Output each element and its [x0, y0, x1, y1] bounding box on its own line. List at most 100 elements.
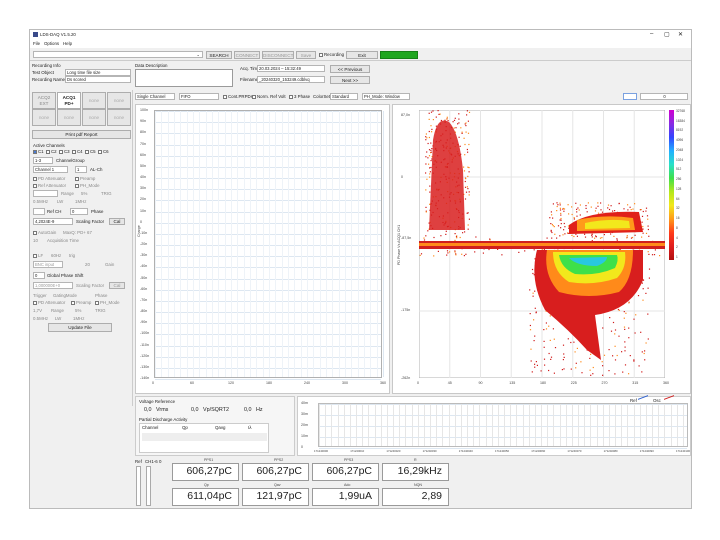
norm-ref-checkbox[interactable]: Norm. Ref Volt	[252, 94, 286, 99]
recording-name-field[interactable]: Ds scored	[65, 76, 131, 83]
three-phase-checkbox[interactable]: 3 Phase	[289, 94, 310, 99]
print-pdf-button[interactable]: Print pdf Report	[32, 130, 131, 139]
acq-slot-4[interactable]: none	[107, 92, 131, 109]
exit-button[interactable]: Exit	[346, 51, 378, 59]
channel-c3-checkbox[interactable]: C3	[59, 149, 70, 154]
save-button[interactable]: Save	[296, 51, 316, 59]
channel-c2-checkbox[interactable]: C2	[46, 149, 57, 154]
timeline-gridline-v	[473, 404, 475, 446]
prpd-dot	[556, 210, 558, 212]
acq-slot-1[interactable]: ACQ2 EXT	[32, 92, 56, 109]
minor-gridline	[224, 111, 226, 377]
acq-slot-3[interactable]: none	[82, 92, 106, 109]
title-bar: LDS-DAQ V1.5.20 – ▢ ✕	[30, 30, 691, 40]
preamp-checkbox[interactable]: Preamp	[75, 176, 95, 181]
menu-options[interactable]: Options	[44, 41, 59, 46]
acq-slot-8[interactable]: none	[107, 109, 131, 126]
autogain-checkbox[interactable]: AutoGain	[33, 230, 56, 235]
ref-ch-field[interactable]	[33, 208, 45, 215]
prpd-dot	[592, 366, 594, 369]
prpd-dot	[462, 232, 464, 234]
phase-field[interactable]: 0	[70, 208, 88, 215]
x-tick-label: 120	[228, 381, 234, 385]
next-button[interactable]: Next >>	[330, 76, 370, 84]
prpd-dot	[614, 345, 616, 347]
acq-slot-6[interactable]: none	[57, 109, 81, 126]
global-phase-field[interactable]: 0	[33, 272, 45, 279]
cal-2-button[interactable]: Cal	[109, 282, 125, 289]
pd-attenuator-2-checkbox[interactable]: PD Attenuator	[33, 300, 65, 305]
scaling-factor-2-field[interactable]: 1,000000E+0	[33, 282, 73, 289]
prpd-dot	[432, 110, 434, 112]
color-swatch[interactable]	[623, 93, 637, 100]
channel-c6-checkbox[interactable]: C6	[98, 149, 109, 154]
gridline-h	[155, 233, 381, 235]
trig-2-label: TRIG	[95, 308, 106, 313]
minor-gridline	[364, 111, 365, 377]
test-object-field[interactable]: Long time file size	[65, 69, 131, 76]
ref-attenuator-checkbox[interactable]: Ref Attenuator	[33, 183, 66, 188]
timeline-gridline-v	[534, 404, 536, 446]
maximize-button[interactable]: ▢	[664, 31, 670, 38]
prpd-dot	[430, 166, 432, 169]
search-button[interactable]: SEARCH	[206, 51, 232, 59]
channel-c5-checkbox[interactable]: C5	[85, 149, 96, 154]
colorset-select[interactable]: Standard	[330, 93, 358, 100]
colorset-label: ColorSet	[313, 94, 331, 99]
prpd-dot	[623, 317, 625, 319]
value-field[interactable]: 0	[640, 93, 688, 100]
lf-checkbox[interactable]: LF	[33, 253, 43, 258]
range-2-label: Range	[51, 308, 64, 313]
menu-help[interactable]: Help	[63, 41, 72, 46]
minor-gridline	[155, 111, 156, 377]
acq-slot-2[interactable]: ACQ1 PD+	[57, 92, 81, 109]
ph-mode-2-checkbox[interactable]: PH_Mode	[95, 300, 120, 305]
prpd-dot	[430, 111, 433, 113]
device-select[interactable]: ⌄	[33, 51, 203, 58]
disconnect-button[interactable]: DISCONNECT	[262, 51, 294, 59]
update-file-button[interactable]: Update File	[48, 323, 112, 332]
ph-mode-checkbox[interactable]: PH_Mode	[75, 183, 100, 188]
range-value-field[interactable]	[33, 190, 58, 197]
prpd-dot	[562, 359, 564, 361]
close-button[interactable]: ✕	[678, 31, 683, 38]
input-select[interactable]: BNC input	[33, 261, 63, 268]
cal-button[interactable]: Cal	[109, 218, 125, 225]
prpd-dot	[428, 118, 430, 120]
channel-index-field[interactable]: 1	[75, 166, 87, 173]
acq-slot-5[interactable]: none	[32, 109, 56, 126]
table-row[interactable]	[142, 433, 267, 441]
cont-prpd-checkbox[interactable]: Cont.PRPDs	[223, 94, 253, 99]
prpd-dot	[576, 211, 578, 213]
prpd-dot	[533, 249, 535, 251]
prpd-dot	[461, 132, 463, 134]
lf-frequency: 60Hz	[51, 253, 62, 258]
prpd-dot	[429, 185, 431, 187]
prpd-dot	[635, 314, 637, 316]
prpd-dot	[543, 329, 545, 331]
prpd-dot	[489, 238, 491, 240]
preamp-2-checkbox[interactable]: Preamp	[71, 300, 91, 305]
recording-checkbox[interactable]: Recording	[319, 52, 344, 57]
order-select[interactable]: FIFO	[179, 93, 219, 100]
channel-c1-checkbox[interactable]: C1	[33, 149, 44, 154]
channel-group-select[interactable]: 1-3	[33, 157, 53, 164]
pd-attenuator-checkbox[interactable]: PD Attenuator	[33, 176, 65, 181]
minimize-button[interactable]: –	[650, 31, 653, 37]
prpd-dot	[550, 230, 552, 232]
timeline-gridline-v	[460, 404, 462, 446]
ph-mode-select[interactable]: PH_Mode: Window	[362, 93, 410, 100]
channel-mode-select[interactable]: Single Channel	[135, 93, 175, 100]
prpd-dot	[467, 166, 469, 168]
prpd-dot	[536, 364, 538, 366]
menu-file[interactable]: File	[33, 41, 40, 46]
connect-button[interactable]: CONNECT	[234, 51, 260, 59]
previous-button[interactable]: << Previous	[330, 65, 370, 73]
data-description-field[interactable]	[135, 69, 233, 87]
measurement-label: PPS3	[344, 458, 354, 462]
scaling-factor-field[interactable]: 4,2024E-9	[33, 218, 73, 225]
channel-c4-checkbox[interactable]: C4	[72, 149, 83, 154]
acq-slot-7[interactable]: none	[82, 109, 106, 126]
prpd-dot	[529, 289, 531, 291]
channel-select[interactable]: Channel 1	[33, 166, 68, 173]
